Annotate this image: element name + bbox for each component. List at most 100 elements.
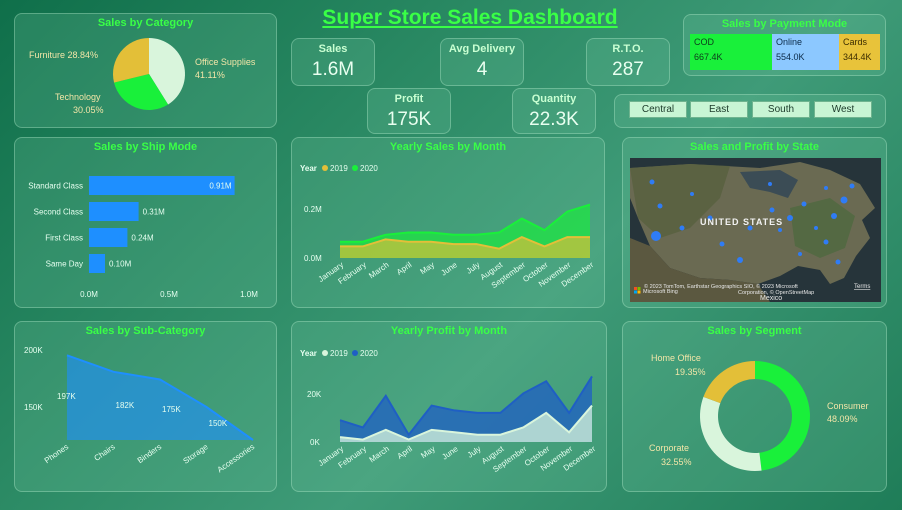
kpi-rto-value: 287 [612, 59, 644, 80]
map-attribution-2: Corporation, © OpenStreetMap [738, 289, 814, 296]
state-map-title: Sales and Profit by State [690, 141, 819, 153]
ship-value-standard-class: 0.91M [209, 182, 232, 191]
category-furniture-label: Furniture 28.84% [29, 50, 98, 60]
map-terms-link[interactable]: Terms [854, 284, 870, 290]
dashboard-title: Super Store Sales Dashboard [322, 6, 618, 29]
kpi-quantity-card[interactable]: Quantity 22.3K [512, 88, 596, 134]
segment-slice-home-office[interactable] [703, 361, 755, 404]
category-tech-pct: 30.05% [73, 105, 104, 115]
ship-bar-first-class[interactable] [89, 228, 128, 247]
ship-category-first-class: First Class [45, 234, 83, 243]
region-central-button[interactable]: Central [629, 101, 687, 118]
yearly-profit-month-june: June [440, 444, 460, 462]
state-map-panel: Sales and Profit by State UNITED STATES … [622, 137, 887, 308]
map-country-label: UNITED STATES [700, 217, 783, 227]
ship-value-first-class: 0.24M [131, 234, 154, 243]
kpi-profit-card[interactable]: Profit 175K [367, 88, 451, 134]
kpi-avg-delivery-label: Avg Delivery [448, 43, 516, 55]
sub-category-value-chairs: 182K [116, 401, 135, 410]
yearly-sales-month-may: May [419, 260, 437, 276]
segment-corp-name: Corporate [649, 443, 689, 453]
yearly-profit-area-chart: Year 2019 2020 20K 0K JanuaryFebruary Mar… [300, 349, 597, 474]
ship-category-same-day: Same Day [46, 260, 83, 269]
yearly-profit-ytick-1: 0K [310, 438, 320, 447]
kpi-avg-delivery-value: 4 [476, 59, 488, 80]
yearly-profit-month-april: April [396, 444, 414, 461]
kpi-rto-card[interactable]: R.T.O. 287 [586, 38, 670, 86]
ship-value-same-day: 0.10M [109, 260, 132, 269]
ship-tick-1: 0.5M [160, 290, 178, 299]
sub-category-value-phones: 197K [57, 392, 76, 401]
ship-bar-second-class[interactable] [89, 202, 139, 221]
category-panel: Sales by Category Furniture 28.84% Offic… [14, 13, 277, 128]
profit-legend-2019-marker [322, 350, 328, 356]
region-east-button[interactable]: East [690, 101, 748, 118]
yearly-profit-panel: Yearly Profit by Month Year 2019 2020 20… [291, 321, 607, 492]
legend-2020-marker [352, 165, 358, 171]
yearly-profit-ytick-0: 20K [307, 390, 322, 399]
ship-value-second-class: 0.31M [143, 208, 166, 217]
segment-slice-consumer[interactable] [755, 361, 810, 471]
map-mexico-label: Mexico [760, 295, 782, 302]
yearly-profit-legend-2020: 2020 [360, 349, 378, 358]
profit-legend-2020-marker [352, 350, 358, 356]
yearly-sales-legend-label: Year [300, 164, 317, 173]
category-tech-name: Technology [55, 92, 101, 102]
payment-online-name: Online [776, 37, 803, 47]
yearly-profit-month-may: May [419, 444, 437, 460]
segment-consumer-pct: 48.09% [827, 414, 858, 424]
ship-mode-bar-chart: 0.0M 0.5M 1.0M Standard Class 0.91M Second… [28, 176, 258, 299]
kpi-profit-label: Profit [394, 93, 424, 105]
payment-cod-tile[interactable]: COD 667.4K [690, 34, 772, 70]
segment-home-pct: 19.35% [675, 367, 706, 377]
sub-category-area-chart: 200K 150K 197K 182K 175K 150K Phones Chairs Bi… [24, 346, 256, 474]
region-south-button[interactable]: South [752, 101, 810, 118]
kpi-sales-label: Sales [318, 43, 348, 55]
sub-category-label-storage: Storage [182, 442, 211, 466]
segment-slice-corporate[interactable] [700, 396, 762, 471]
sub-category-label-binders: Binders [136, 442, 163, 465]
kpi-quantity-label: Quantity [531, 93, 577, 105]
yearly-sales-month-march: March [367, 260, 390, 280]
category-office-name: Office Supplies [195, 57, 256, 67]
ship-category-standard-class: Standard Class [28, 182, 83, 191]
legend-2019-marker [322, 165, 328, 171]
yearly-sales-ytick-1: 0.0M [304, 254, 322, 263]
ship-category-second-class: Second Class [34, 208, 83, 217]
segment-consumer-name: Consumer [827, 401, 869, 411]
yearly-profit-legend-label: Year [300, 349, 317, 358]
yearly-sales-month-june: June [439, 260, 459, 278]
kpi-sales-card[interactable]: Sales 1.6M [291, 38, 375, 86]
payment-online-tile[interactable]: Online 554.0K [772, 34, 839, 70]
us-map[interactable]: UNITED STATES Mexico © 2023 TomTom, Eart… [630, 158, 881, 302]
payment-cards-name: Cards [843, 37, 868, 47]
region-slicer: Central East South West [614, 94, 886, 128]
payment-cards-value: 344.4K [843, 52, 872, 62]
kpi-rto-label: R.T.O. [612, 43, 644, 55]
sub-category-label-phones: Phones [43, 442, 70, 465]
region-west-button[interactable]: West [814, 101, 872, 118]
ship-bar-same-day[interactable] [89, 254, 105, 273]
segment-panel: Sales by Segment Home Office 19.35% Cons… [622, 321, 887, 492]
sub-category-label-chairs: Chairs [93, 442, 117, 463]
map-brand: Microsoft Bing [643, 289, 678, 295]
segment-corp-pct: 32.55% [661, 457, 692, 467]
sub-category-ytick-0: 200K [24, 346, 43, 355]
sub-category-value-storage: 150K [209, 419, 228, 428]
kpi-sales-value: 1.6M [311, 59, 355, 80]
category-office-pct: 41.11% [195, 70, 225, 80]
payment-cards-tile[interactable]: Cards 344.4K [839, 34, 880, 70]
segment-donut-chart: Home Office 19.35% Consumer 48.09% Corpo… [649, 353, 869, 471]
yearly-sales-ytick-0: 0.2M [304, 205, 322, 214]
map-drawing: UNITED STATES Mexico © 2023 TomTom, Eart… [630, 158, 881, 302]
yearly-sales-legend-2020: 2020 [360, 164, 378, 173]
kpi-avg-delivery-card[interactable]: Avg Delivery 4 [440, 38, 524, 86]
sub-category-panel: Sales by Sub-Category 200K 150K 197K 182K… [14, 321, 277, 492]
category-pie-chart: Furniture 28.84% Office Supplies 41.11% … [29, 37, 256, 115]
yearly-sales-month-april: April [395, 260, 413, 277]
yearly-profit-month-march: March [368, 444, 391, 464]
yearly-sales-panel: Yearly Sales by Month Year 2019 2020 0.2… [291, 137, 605, 308]
kpi-profit-value: 175K [386, 109, 432, 130]
sub-category-label-accessories: Accessories [216, 442, 256, 474]
yearly-profit-legend-2019: 2019 [330, 349, 348, 358]
